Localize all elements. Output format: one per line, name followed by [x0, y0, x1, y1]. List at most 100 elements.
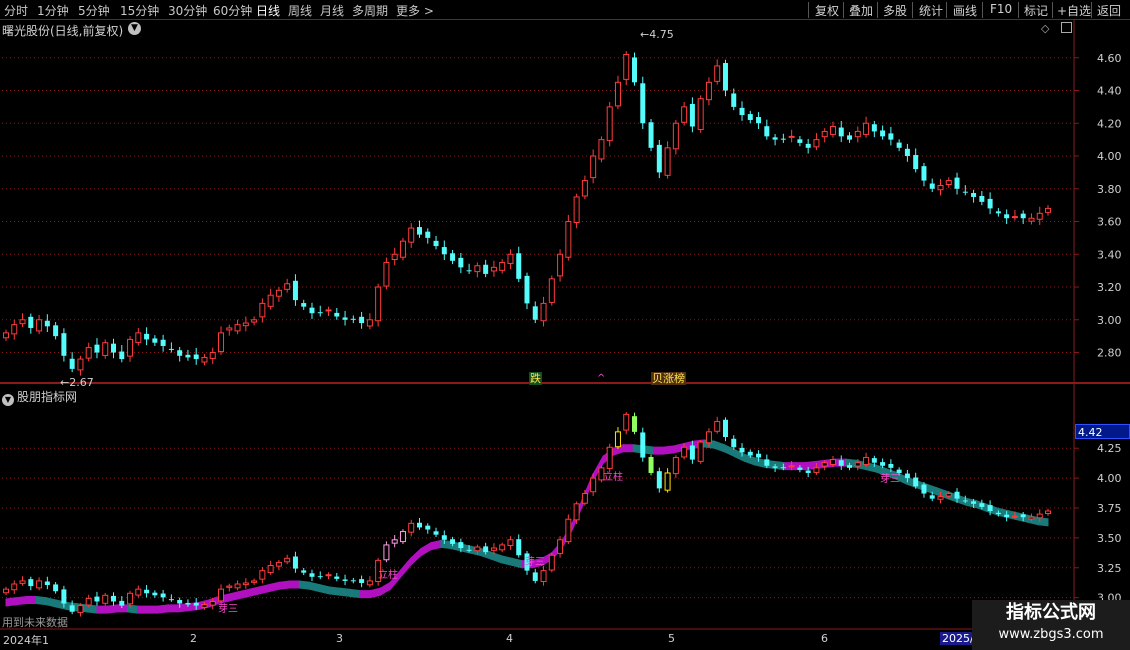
- indicator-band-segment: [5, 597, 17, 607]
- diamond-icon[interactable]: ◇: [1041, 22, 1049, 35]
- date-label-start: 2024年1: [3, 634, 49, 647]
- chevron-down-icon[interactable]: ▼: [2, 394, 14, 406]
- indicator-candle: [689, 445, 695, 460]
- statistics-button[interactable]: 统计: [919, 2, 943, 19]
- indicator-band-segment: [25, 596, 37, 605]
- adjust-button[interactable]: 复权: [815, 2, 839, 19]
- indicator-band-segment: [359, 590, 371, 599]
- indicator-candle: [681, 446, 688, 458]
- indicator-candle: [581, 493, 588, 504]
- panel-toggle-icon[interactable]: [1061, 22, 1072, 33]
- price-candle: [450, 253, 456, 261]
- period-tab-5min[interactable]: 5分钟: [78, 2, 110, 19]
- indicator-candle: [391, 539, 398, 544]
- price-candle: [565, 221, 572, 258]
- price-candle: [821, 130, 828, 138]
- period-tab-30min[interactable]: 30分钟: [168, 2, 207, 19]
- price-candle: [94, 344, 100, 353]
- indicator-band-segment: [278, 580, 290, 590]
- indicator-candle: [160, 593, 166, 598]
- price-candle: [805, 143, 811, 148]
- indicator-candle: [474, 546, 481, 552]
- price-candle: [614, 81, 621, 107]
- price-candle: [838, 127, 844, 137]
- period-tab-multi[interactable]: 多周期: [352, 2, 388, 19]
- price-candle: [69, 358, 75, 369]
- indicator-candle: [705, 431, 712, 444]
- indicator-candle: [929, 495, 935, 499]
- indicator-candle: [714, 421, 721, 432]
- chart-canvas[interactable]: 2.80 3.00 3.20 3.40 3.60 3.80 4.00 4.20 4.40 4.60…: [0, 20, 1130, 630]
- date-axis: 2024年1 2 3 4 5 6 2025/: [0, 630, 1075, 650]
- price-candle: [689, 103, 695, 127]
- price-candle: [490, 266, 497, 272]
- draw-line-button[interactable]: 画线: [953, 2, 977, 19]
- period-tab-15min[interactable]: 15分钟: [120, 2, 159, 19]
- price-candle: [747, 114, 753, 120]
- indicator-candle: [987, 505, 993, 512]
- indicator-band-segment: [319, 583, 331, 595]
- period-tab-more[interactable]: 更多 >: [396, 2, 434, 19]
- period-tab-intraday[interactable]: 分时: [4, 2, 28, 19]
- indicator-candle: [954, 491, 960, 499]
- indicator-candle: [697, 441, 704, 462]
- indicator-band-segment: [754, 457, 766, 468]
- indicator-candle: [648, 456, 654, 473]
- price-candle: [383, 261, 390, 287]
- period-tab-60min[interactable]: 60分钟: [213, 2, 252, 19]
- indicator-band-segment: [744, 453, 756, 466]
- period-tab-daily[interactable]: 日线: [256, 2, 280, 19]
- chevron-down-icon[interactable]: ▼: [128, 22, 141, 35]
- price-tick-label: 3.40: [1097, 248, 1122, 261]
- price-candle: [764, 126, 770, 137]
- price-candle: [697, 98, 704, 130]
- indicator-candle: [756, 453, 762, 458]
- period-tab-weekly[interactable]: 周线: [288, 2, 312, 19]
- event-fall-badge[interactable]: 跌: [529, 372, 542, 385]
- indicator-candle: [871, 458, 877, 463]
- price-candle: [548, 278, 555, 303]
- indicator-candle: [218, 588, 225, 602]
- indicator-candle: [267, 564, 274, 573]
- price-tick-label: 2.80: [1097, 347, 1122, 360]
- f10-button[interactable]: F10: [990, 2, 1012, 16]
- indicator-band-segment: [137, 605, 149, 614]
- period-toolbar: 分时 1分钟 5分钟 15分钟 30分钟 60分钟 日线 周线 月线 多周期 更…: [0, 0, 1130, 20]
- indicator-candle: [656, 471, 662, 489]
- add-watchlist-button[interactable]: +自选: [1057, 2, 1091, 19]
- period-tab-1min[interactable]: 1分钟: [37, 2, 69, 19]
- indicator-band-segment: [501, 555, 513, 566]
- indicator-candle: [144, 589, 150, 594]
- price-candle: [722, 62, 728, 91]
- price-candles: [3, 51, 1051, 376]
- indicator-candle: [433, 531, 439, 535]
- indicator-candle: [44, 581, 50, 586]
- indicator-candle: [342, 579, 348, 581]
- price-candle: [466, 270, 472, 272]
- price-candle: [399, 240, 406, 258]
- indicator-candle: [408, 522, 415, 533]
- date-label-month: 4: [506, 632, 513, 645]
- indicator-candle: [234, 583, 241, 589]
- indicator-band-segment: [369, 587, 381, 599]
- price-candle: [871, 124, 877, 132]
- price-candle: [234, 324, 241, 332]
- price-candle: [921, 166, 927, 181]
- indicator-candle: [747, 451, 753, 456]
- multi-stock-button[interactable]: 多股: [883, 2, 907, 19]
- overlay-button[interactable]: 叠加: [849, 2, 873, 19]
- event-up-marker[interactable]: ^: [596, 372, 606, 385]
- price-candle: [788, 135, 795, 138]
- indicator-candle: [847, 465, 853, 468]
- back-button[interactable]: 返回: [1097, 2, 1121, 19]
- indicator-candle: [606, 446, 613, 469]
- indicator-band-segment: [440, 539, 452, 550]
- indicator-candle: [664, 472, 671, 491]
- mark-button[interactable]: 标记: [1024, 2, 1048, 19]
- event-rank-badge[interactable]: 贝涨榜: [651, 372, 686, 385]
- indicator-candle: [896, 469, 902, 473]
- period-tab-monthly[interactable]: 月线: [320, 2, 344, 19]
- indicator-band-segment: [379, 581, 391, 597]
- price-candle: [1011, 216, 1018, 219]
- indicator-candle: [540, 570, 547, 583]
